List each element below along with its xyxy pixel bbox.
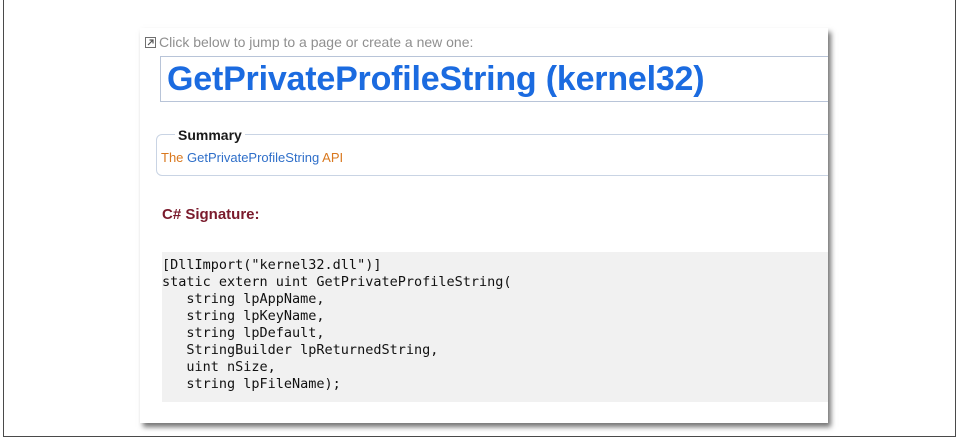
code-line: static extern uint GetPrivateProfileStri…: [162, 274, 512, 290]
wiki-page: Click below to jump to a page or create …: [140, 28, 828, 423]
summary-prefix: The: [161, 150, 188, 165]
summary-box: Summary The GetPrivateProfileString API: [156, 127, 828, 176]
page-title-box[interactable]: GetPrivateProfileString (kernel32): [160, 56, 828, 102]
code-line: string lpKeyName,: [162, 308, 325, 324]
code-line: uint nSize,: [162, 359, 276, 375]
summary-heading: Summary: [175, 127, 245, 143]
summary-link[interactable]: GetPrivateProfileString: [187, 150, 319, 165]
code-line: [DllImport("kernel32.dll")]: [162, 257, 382, 273]
csharp-signature-heading: C# Signature:: [162, 206, 260, 223]
code-line: StringBuilder lpReturnedString,: [162, 342, 439, 358]
code-line: string lpFileName);: [162, 376, 341, 392]
code-line: string lpDefault,: [162, 325, 325, 341]
summary-suffix: API: [319, 150, 344, 165]
code-line: string lpAppName,: [162, 291, 325, 307]
code-block: [DllImport("kernel32.dll")] static exter…: [162, 252, 828, 402]
jump-hint: Click below to jump to a page or create …: [145, 34, 473, 50]
summary-text: The GetPrivateProfileString API: [161, 150, 343, 165]
page-title[interactable]: GetPrivateProfileString (kernel32): [167, 60, 705, 99]
jump-hint-text: Click below to jump to a page or create …: [159, 34, 474, 50]
external-link-icon[interactable]: [145, 36, 156, 48]
